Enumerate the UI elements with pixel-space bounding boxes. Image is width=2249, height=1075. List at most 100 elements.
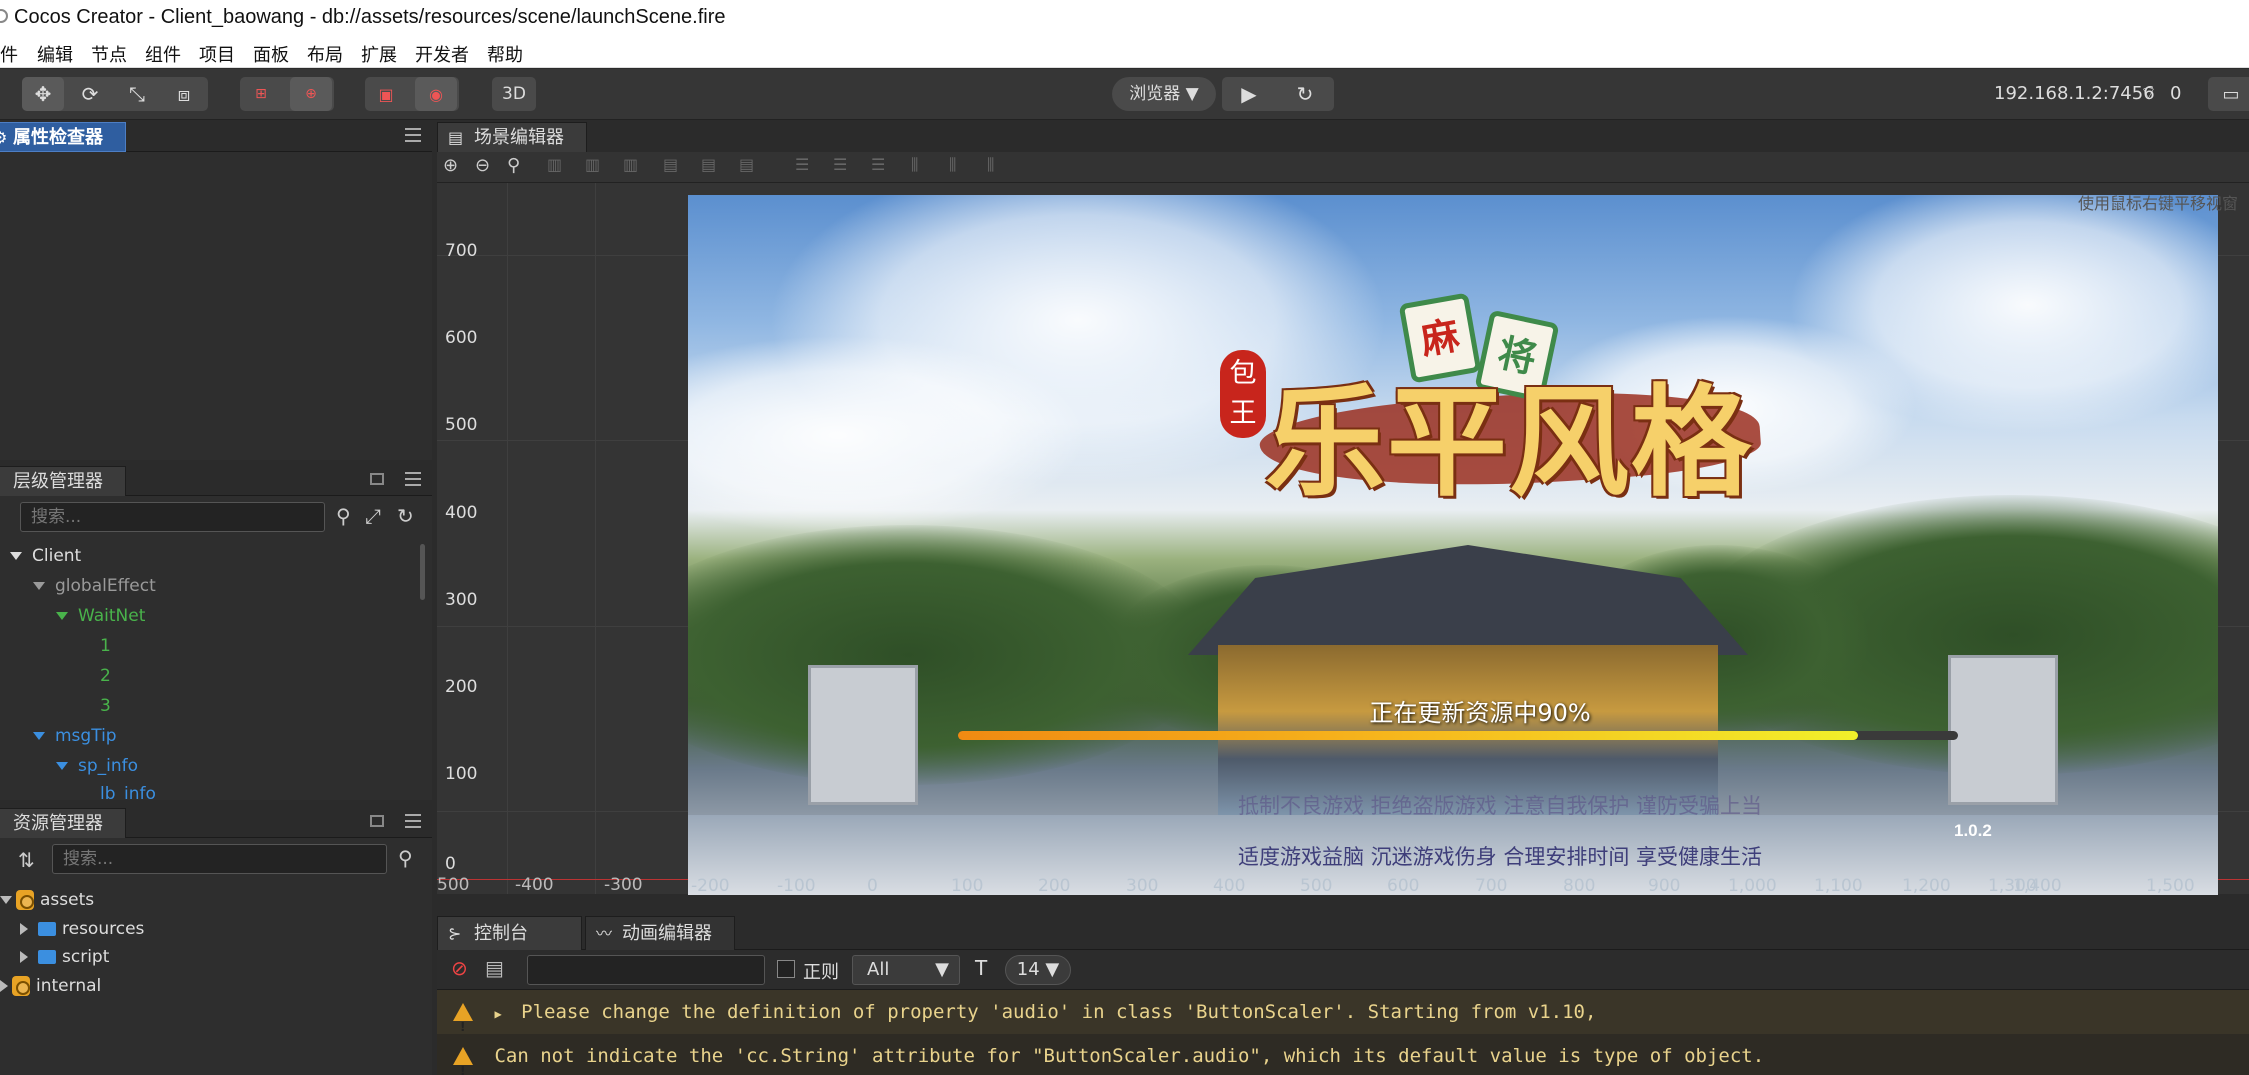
assets-search-input[interactable]: 搜索... (52, 844, 387, 874)
y-axis-tick: 0 (445, 854, 456, 874)
scene-editor-header: ▤ 场景编辑器 ⊕ ⊖ ⚲ ▥ ▥ ▥ ▤ ▤ ▤ ☰ ☰ ☰ ⫼ ⫼ ⫼ (437, 120, 2249, 183)
popout-icon[interactable] (370, 473, 384, 485)
x-axis-tick: 100 (951, 876, 984, 896)
tree-node[interactable]: 1 (100, 636, 111, 656)
tree-node-label: globalEffect (55, 576, 156, 596)
panel-menu-icon[interactable] (405, 814, 421, 828)
zoom-in-icon[interactable]: ⊕ (443, 155, 458, 176)
tree-node[interactable]: 3 (100, 696, 111, 716)
panel-menu-icon[interactable] (405, 128, 421, 142)
rect-tool-icon[interactable]: ⧈ (163, 77, 205, 111)
left-gate (808, 665, 918, 805)
menu-project[interactable]: 项目 (199, 41, 235, 67)
menu-component[interactable]: 组件 (145, 41, 181, 67)
folder-icon (38, 950, 56, 964)
search-icon[interactable]: ⚲ (336, 504, 351, 528)
menu-developer[interactable]: 开发者 (415, 41, 469, 67)
console-filter-input[interactable] (527, 955, 765, 985)
distribute-vcenter-icon[interactable]: ☰ (833, 155, 847, 174)
align-top-icon[interactable]: ▥ (547, 155, 562, 174)
menu-layout[interactable]: 布局 (307, 41, 343, 67)
distribute-hcenter-icon[interactable]: ⫼ (949, 155, 956, 175)
menu-edit[interactable]: 编辑 (37, 41, 73, 67)
popout-icon[interactable] (370, 815, 384, 827)
database-icon (12, 976, 30, 996)
sort-icon[interactable]: ⇅ (18, 848, 35, 872)
menu-help[interactable]: 帮助 (487, 41, 523, 67)
log-level-select[interactable]: All ▼ (852, 955, 960, 985)
refresh-icon[interactable]: ↻ (397, 504, 414, 528)
tree-node[interactable]: msgTip (33, 726, 117, 746)
tab-animation-editor[interactable]: 〰 动画编辑器 (585, 916, 735, 950)
scrollbar[interactable] (420, 544, 425, 600)
distribute-bottom-icon[interactable]: ☰ (871, 155, 885, 174)
x-axis-tick: 900 (1648, 876, 1681, 896)
x-axis-tick: -200 (691, 876, 730, 896)
refresh-icon[interactable]: ↻ (1284, 77, 1326, 111)
move-tool-icon[interactable]: ✥ (22, 77, 64, 111)
rotate-tool-icon[interactable]: ⟳ (69, 77, 111, 111)
align-bottom-icon[interactable]: ▥ (623, 155, 638, 174)
asset-folder[interactable]: script (20, 947, 109, 967)
preview-platform-select[interactable]: 浏览器 ▼ (1112, 77, 1216, 111)
x-axis-tick: 500 (437, 875, 470, 894)
expand-icon[interactable]: ▶ (494, 1007, 501, 1021)
align-left-icon[interactable]: ▤ (663, 155, 678, 174)
open-log-icon[interactable]: ▤ (485, 956, 504, 980)
center-icon[interactable]: ⊕ (290, 77, 332, 111)
log-entry[interactable]: ▶ Please change the definition of proper… (437, 990, 2249, 1049)
clear-icon[interactable]: ⊘ (451, 956, 468, 980)
asset-db[interactable]: assets (0, 890, 94, 910)
tree-node[interactable]: Client (10, 546, 81, 566)
panel-menu-icon[interactable] (405, 472, 421, 486)
tree-node[interactable]: lb_info (100, 784, 156, 800)
tree-node-label: sp_info (78, 756, 139, 776)
tab-inspector[interactable]: ⚙ 属性检查器 (0, 122, 126, 152)
search-icon[interactable]: ⚲ (398, 846, 413, 870)
align-vcenter-icon[interactable]: ▥ (585, 155, 600, 174)
gear-icon: ⚙ (0, 128, 8, 147)
y-axis-tick: 100 (445, 764, 478, 784)
tree-node[interactable]: 2 (100, 666, 111, 686)
hierarchy-search-input[interactable]: 搜索... (20, 502, 325, 532)
zoom-out-icon[interactable]: ⊖ (475, 155, 490, 176)
tree-node[interactable]: WaitNet (56, 606, 145, 626)
tab-console[interactable]: ⊱ 控制台 (437, 916, 582, 950)
zoom-reset-icon[interactable]: ⚲ (507, 155, 520, 176)
assets-header: 资源管理器 (0, 806, 432, 838)
distribute-left-icon[interactable]: ⫼ (911, 155, 918, 175)
scale-tool-icon[interactable]: ⤡ (116, 77, 158, 111)
tree-node[interactable]: globalEffect (33, 576, 156, 596)
distribute-top-icon[interactable]: ☰ (795, 155, 809, 174)
font-size-icon: T (975, 956, 988, 980)
tree-node[interactable]: sp_info (56, 756, 138, 776)
font-size-select[interactable]: 14 ▼ (1005, 955, 1071, 985)
menu-file[interactable]: 件 (0, 41, 18, 67)
asset-folder[interactable]: resources (20, 919, 144, 939)
log-entry[interactable]: Can not indicate the 'cc.String' attribu… (437, 1034, 2249, 1075)
local-coord-icon[interactable]: ▣ (365, 77, 407, 111)
folder-icon: ▭ (2222, 83, 2240, 105)
tab-assets[interactable]: 资源管理器 (0, 808, 126, 838)
menu-extension[interactable]: 扩展 (361, 41, 397, 67)
distribute-right-icon[interactable]: ⫼ (987, 155, 994, 175)
mode-3d-button[interactable]: 3D (492, 77, 536, 111)
global-coord-icon[interactable]: ◉ (415, 77, 457, 111)
tree-node-label: lb_info (100, 784, 156, 800)
align-right-icon[interactable]: ▤ (739, 155, 754, 174)
open-project-button[interactable]: ▭ (2208, 77, 2249, 111)
expand-icon[interactable]: ⤢ (365, 504, 381, 528)
tab-scene-editor[interactable]: ▤ 场景编辑器 (437, 122, 587, 152)
x-axis-tick: 0 (867, 876, 878, 896)
tab-hierarchy[interactable]: 层级管理器 (0, 466, 126, 496)
x-axis-tick: 700 (1475, 876, 1508, 896)
asset-db[interactable]: internal (0, 976, 101, 996)
menu-node[interactable]: 节点 (91, 41, 127, 67)
inspector-header: ⚙ 属性检查器 (0, 120, 432, 152)
play-icon[interactable]: ▶ (1228, 77, 1270, 111)
regex-checkbox[interactable] (777, 960, 795, 978)
pivot-icon[interactable]: ⊞ (240, 77, 282, 111)
align-hcenter-icon[interactable]: ▤ (701, 155, 716, 174)
tree-node-label: 2 (100, 666, 111, 686)
menu-panel[interactable]: 面板 (253, 41, 289, 67)
